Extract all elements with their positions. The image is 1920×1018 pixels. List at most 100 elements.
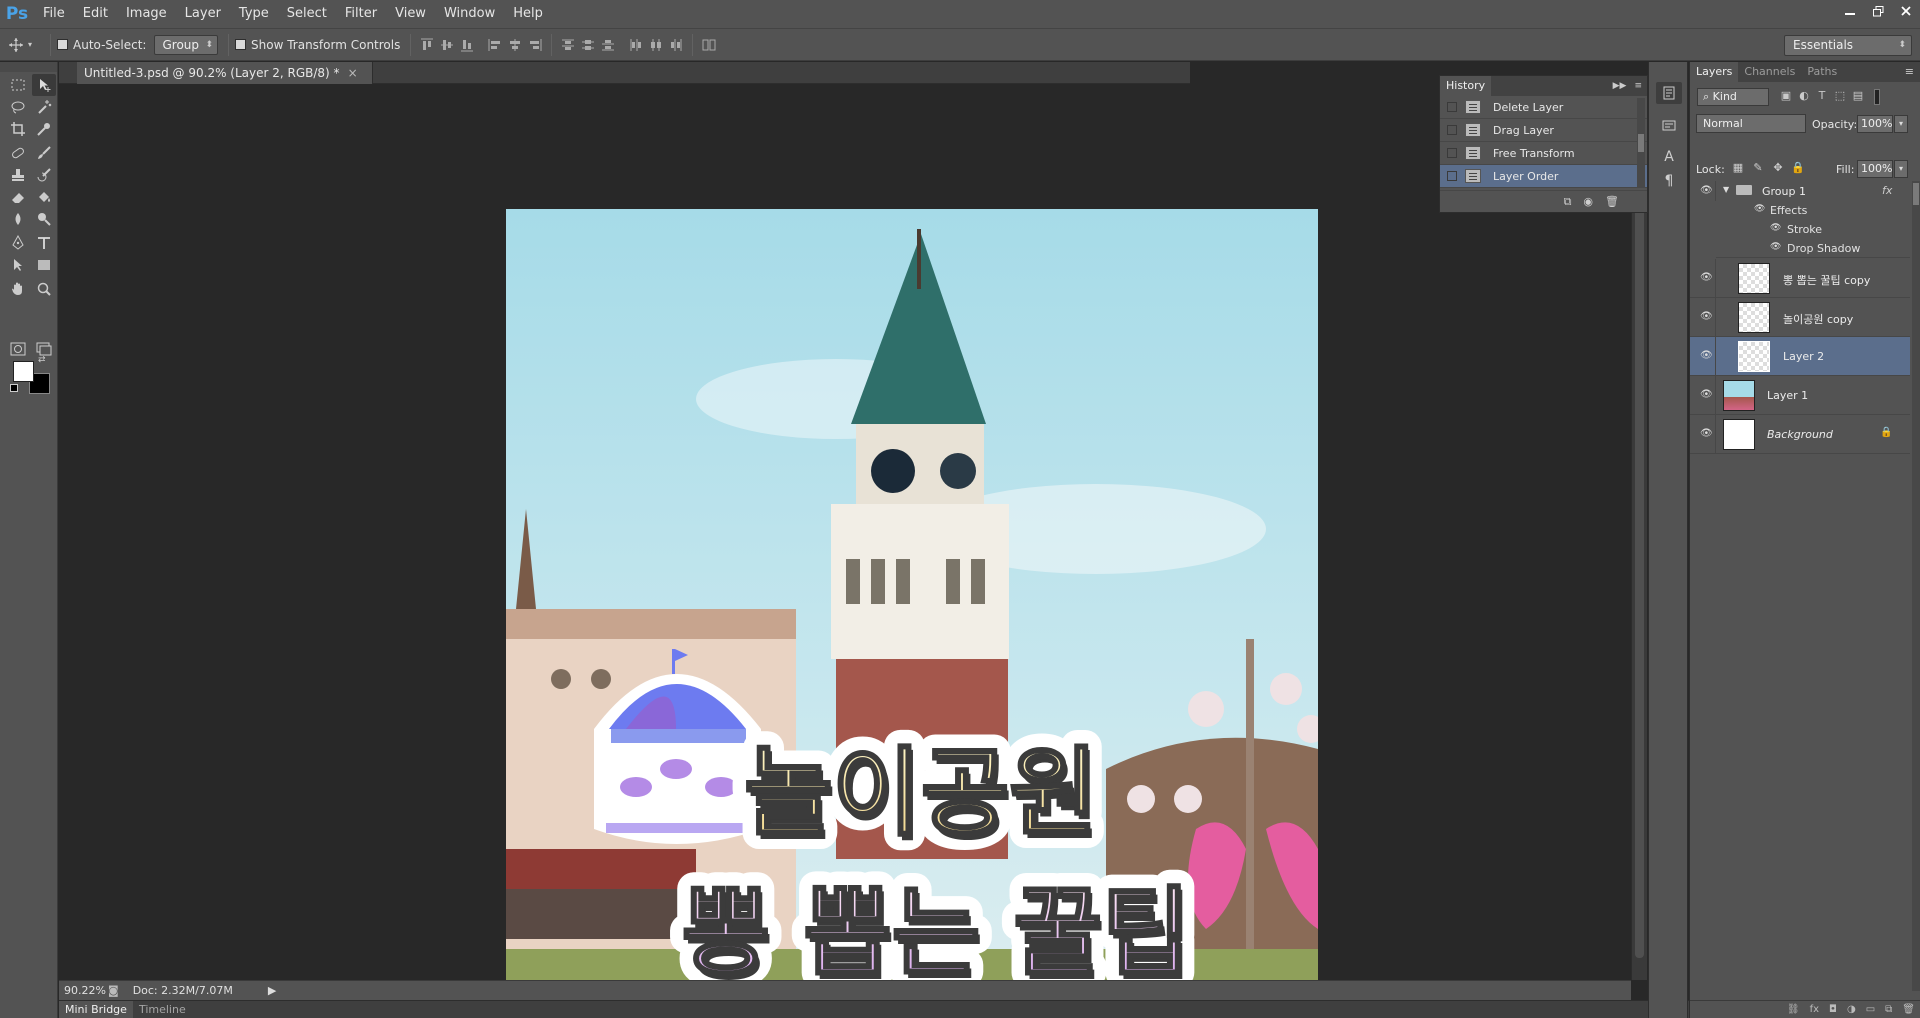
document-canvas[interactable]: 놀이공원 놀이공원 놀이공원 뽕 뽑는 꿀팁 뽕 뽑는 꿀팁 뽕 뽑는 꿀팁 [506, 209, 1318, 1018]
lock-all-icon[interactable]: 🔒 [1790, 161, 1806, 175]
new-adjustment-layer-icon[interactable]: ◑ [1847, 1004, 1856, 1015]
lasso-tool-icon[interactable] [6, 96, 30, 118]
quick-mask-icon[interactable] [6, 338, 30, 360]
filter-smart-object-icon[interactable]: ▤ [1850, 89, 1866, 105]
paragraph-panel-icon[interactable]: ¶ [1656, 170, 1682, 192]
history-checkbox[interactable] [1447, 148, 1457, 158]
panel-menu-icon[interactable]: ≡ [1899, 62, 1920, 82]
hand-tool-icon[interactable] [6, 278, 30, 300]
fill-input[interactable]: 100% [1857, 160, 1893, 178]
pen-tool-icon[interactable] [6, 232, 30, 254]
layer-row[interactable]: 👁 Layer 2 [1690, 337, 1910, 376]
eyedropper-tool-icon[interactable] [32, 118, 56, 140]
dodge-tool-icon[interactable] [32, 208, 56, 230]
panel-menu-icon[interactable]: ≡ [1634, 81, 1642, 91]
distribute-bottom-icon[interactable] [598, 35, 618, 55]
tab-history[interactable]: History [1440, 76, 1492, 96]
paint-bucket-tool-icon[interactable] [32, 186, 56, 208]
tab-channels[interactable]: Channels [1738, 62, 1801, 82]
document-tab[interactable]: Untitled-3.psd @ 90.2% (Layer 2, RGB/8) … [77, 62, 373, 84]
history-scroll-thumb[interactable] [1638, 134, 1644, 152]
lock-position-icon[interactable]: ✥ [1770, 161, 1786, 175]
distribute-left-icon[interactable] [626, 35, 646, 55]
rectangle-tool-icon[interactable] [32, 254, 56, 276]
auto-select-checkbox[interactable] [57, 39, 68, 50]
clone-stamp-tool-icon[interactable] [6, 164, 30, 186]
tools-panel-header[interactable] [0, 62, 57, 72]
visibility-toggle[interactable]: 👁 [1690, 337, 1716, 375]
history-scrollbar[interactable] [1637, 98, 1645, 188]
fx-icon[interactable]: fx [1882, 184, 1892, 197]
new-document-from-state-icon[interactable]: ⧉ [1564, 195, 1572, 209]
tab-layers[interactable]: Layers [1690, 62, 1739, 82]
history-checkbox[interactable] [1447, 171, 1457, 181]
visibility-toggle[interactable]: 👁 [1690, 298, 1716, 336]
history-panel-icon[interactable] [1656, 82, 1682, 104]
layer-row[interactable]: 👁 뽕 뽑는 꿀팁 copy [1690, 259, 1910, 298]
group-expand-arrow-icon[interactable]: ▼ [1723, 185, 1729, 194]
marquee-tool-icon[interactable] [6, 74, 30, 96]
new-layer-icon[interactable]: ⧉ [1885, 1004, 1892, 1015]
align-bottom-icon[interactable] [457, 35, 477, 55]
filter-type-icon[interactable]: T [1814, 89, 1830, 105]
brush-tool-icon[interactable] [32, 142, 56, 164]
visibility-toggle[interactable]: 👁 [1690, 415, 1716, 453]
eraser-tool-icon[interactable] [6, 186, 30, 208]
align-left-icon[interactable] [485, 35, 505, 55]
visibility-toggle[interactable]: 👁 [1690, 376, 1716, 414]
tab-paths[interactable]: Paths [1801, 62, 1843, 82]
show-transform-checkbox[interactable] [235, 39, 247, 50]
filter-toggle[interactable] [1874, 89, 1880, 105]
link-layers-icon[interactable]: ⛓ [1787, 1004, 1800, 1015]
add-mask-icon[interactable]: ◘ [1829, 1004, 1837, 1015]
distribute-vcenter-icon[interactable] [578, 35, 598, 55]
canvas-vertical-scrollbar[interactable] [1631, 84, 1647, 980]
menu-edit[interactable]: Edit [74, 0, 117, 28]
layer-row[interactable]: 👁 Layer 1 [1690, 376, 1910, 415]
lock-image-pixels-icon[interactable]: ✎ [1750, 161, 1766, 175]
filter-adjustment-icon[interactable]: ◐ [1796, 89, 1812, 105]
type-tool-icon[interactable] [32, 232, 56, 254]
status-info-icon[interactable]: ◙ [108, 984, 119, 997]
tab-timeline[interactable]: Timeline [133, 1001, 192, 1018]
effect-eye-icon[interactable]: 👁 [1754, 204, 1765, 214]
canvas-area[interactable]: 놀이공원 놀이공원 놀이공원 뽕 뽑는 꿀팁 뽕 뽑는 꿀팁 뽕 뽑는 꿀팁 [59, 84, 1631, 1018]
blur-tool-icon[interactable] [6, 208, 30, 230]
opacity-input[interactable]: 100% [1857, 115, 1893, 133]
layer-filter-kind-select[interactable]: ⌕ Kind [1697, 88, 1769, 106]
screen-mode-icon[interactable] [32, 338, 56, 360]
history-checkbox[interactable] [1447, 102, 1457, 112]
menu-file[interactable]: File [34, 0, 74, 28]
auto-select-target-select[interactable]: Group [154, 34, 219, 55]
layer-row[interactable]: 👁 놀이공원 copy [1690, 298, 1910, 337]
move-tool-preset-icon[interactable]: ▾ [8, 37, 44, 53]
layer-group-row[interactable]: 👁 ▼ Group 1 fx [1690, 181, 1910, 201]
align-right-icon[interactable] [525, 35, 545, 55]
auto-align-layers-icon[interactable] [699, 35, 719, 55]
opacity-dropdown-icon[interactable]: ▾ [1894, 115, 1908, 133]
character-panel-icon[interactable]: A [1656, 146, 1682, 168]
move-tool-icon[interactable] [32, 74, 56, 96]
delete-state-trash-icon[interactable]: 🗑 [1605, 195, 1619, 208]
align-top-icon[interactable] [417, 35, 437, 55]
foreground-color-swatch[interactable] [13, 361, 34, 382]
visibility-toggle[interactable]: 👁 [1690, 181, 1716, 201]
layers-scrollbar[interactable] [1912, 181, 1920, 991]
lock-transparent-pixels-icon[interactable]: ▦ [1730, 161, 1746, 175]
history-item[interactable]: Delete Layer [1440, 96, 1647, 119]
effect-eye-icon[interactable]: 👁 [1770, 223, 1781, 233]
menu-filter[interactable]: Filter [336, 0, 386, 28]
filter-pixel-icon[interactable]: ▣ [1778, 89, 1794, 105]
workspace-select[interactable]: Essentials [1784, 35, 1912, 56]
tab-mini-bridge[interactable]: Mini Bridge [59, 1001, 133, 1018]
close-tab-icon[interactable]: × [348, 66, 358, 80]
history-item[interactable]: Free Transform [1440, 142, 1647, 165]
minimize-icon[interactable] [1836, 0, 1864, 22]
close-icon[interactable] [1892, 0, 1920, 22]
history-item[interactable]: Layer Order [1440, 165, 1647, 188]
history-item[interactable]: Drag Layer [1440, 119, 1647, 142]
new-group-icon[interactable]: ▭ [1866, 1004, 1875, 1015]
path-selection-tool-icon[interactable] [6, 254, 30, 276]
align-hcenter-icon[interactable] [505, 35, 525, 55]
layers-scroll-thumb[interactable] [1913, 183, 1919, 205]
